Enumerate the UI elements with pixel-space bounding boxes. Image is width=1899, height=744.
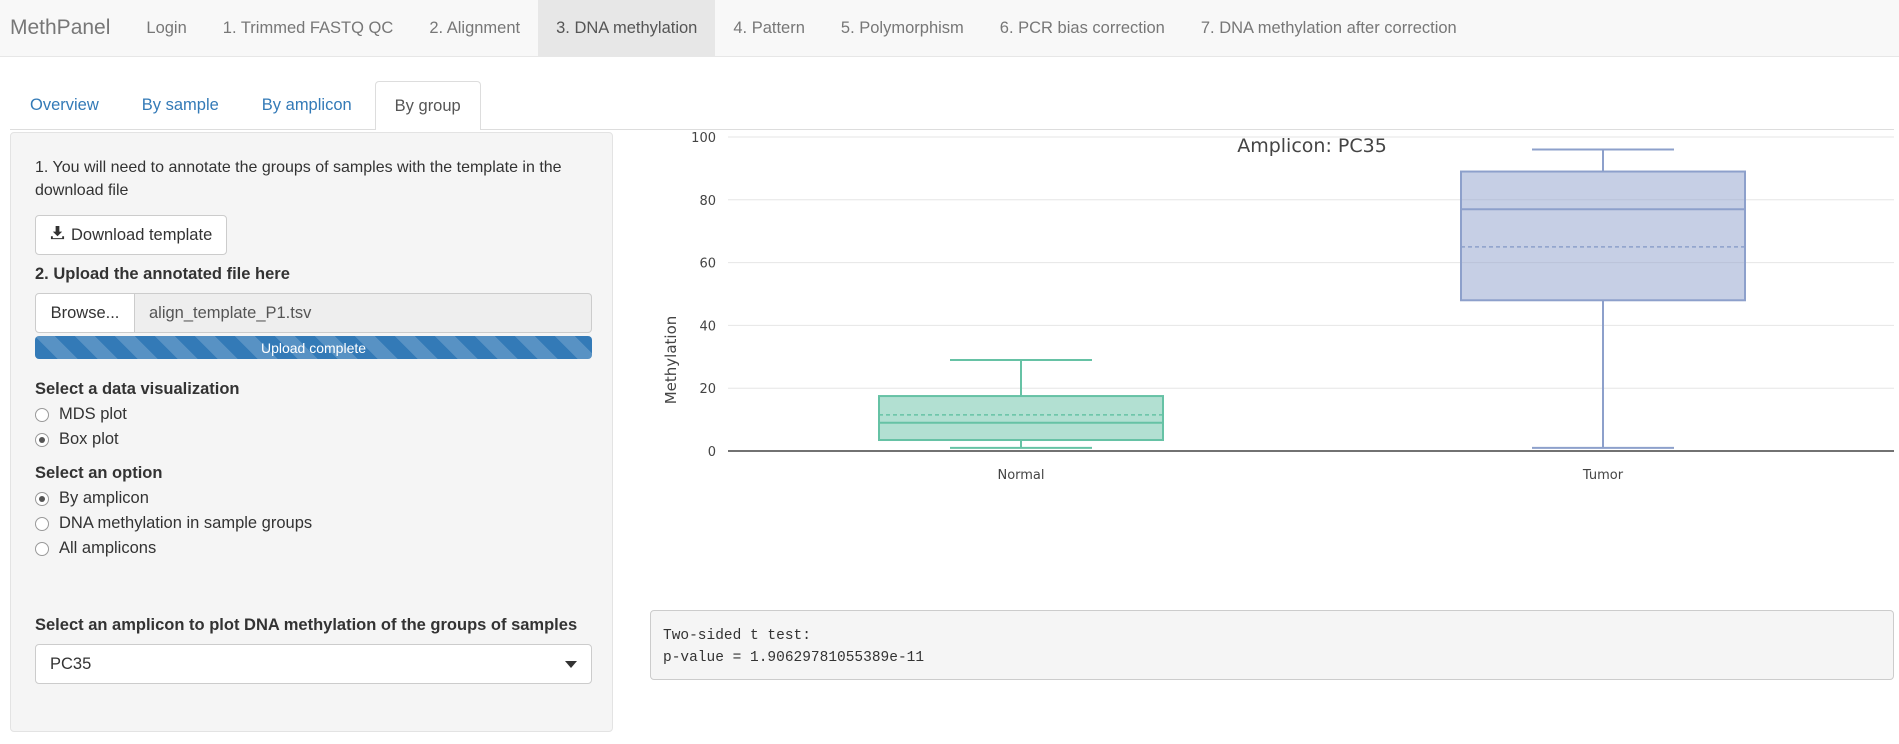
- step1-description: 1. You will need to annotate the groups …: [35, 159, 562, 199]
- p-value-text: p-value = 1.90629781055389e-11: [663, 650, 925, 666]
- t-test-result: Two-sided t test: p-value = 1.9062978105…: [650, 610, 1894, 680]
- nav-polymorphism[interactable]: 5. Polymorphism: [823, 0, 982, 56]
- y-tick-label: 80: [699, 194, 716, 209]
- radio-box-plot[interactable]: Box plot: [35, 430, 119, 449]
- y-axis-ticks: 0 20 40 60 80 100: [691, 131, 716, 460]
- nav-pattern[interactable]: 4. Pattern: [715, 0, 823, 56]
- y-tick-label: 20: [699, 382, 716, 397]
- option-label: Select an option: [35, 464, 163, 482]
- y-tick-label: 40: [699, 319, 716, 334]
- amplicon-select[interactable]: PC35: [35, 644, 592, 684]
- tab-by-group[interactable]: By group: [374, 81, 481, 130]
- browse-button[interactable]: Browse...: [35, 293, 135, 333]
- radio-label: By amplicon: [59, 489, 149, 507]
- file-name-field[interactable]: align_template_P1.tsv: [135, 293, 592, 333]
- nav-trimmed-fastq-qc[interactable]: 1. Trimmed FASTQ QC: [205, 0, 412, 56]
- box-series: [878, 148, 1746, 449]
- radio-label: All amplicons: [59, 539, 157, 557]
- tab-overview[interactable]: Overview: [10, 81, 119, 129]
- nav-alignment[interactable]: 2. Alignment: [411, 0, 538, 56]
- radio-label: DNA methylation in sample groups: [59, 514, 313, 532]
- nav-login[interactable]: Login: [128, 0, 204, 56]
- y-axis-label: Methylation: [662, 316, 680, 405]
- top-navbar: MethPanel Login 1. Trimmed FASTQ QC 2. A…: [0, 0, 1899, 57]
- radio-button[interactable]: [35, 541, 49, 556]
- app-brand[interactable]: MethPanel: [0, 0, 128, 56]
- y-tick-label: 0: [708, 445, 716, 460]
- sidebar-panel: 1. You will need to annotate the groups …: [10, 132, 613, 732]
- amplicon-select-label: Select an amplicon to plot DNA methylati…: [35, 616, 578, 634]
- x-tick-label: Normal: [997, 468, 1044, 483]
- chart-title: Amplicon: PC35: [1237, 135, 1387, 157]
- radio-label: MDS plot: [59, 405, 127, 423]
- download-icon: [50, 225, 71, 245]
- radio-methylation-groups[interactable]: DNA methylation in sample groups: [35, 514, 312, 533]
- y-tick-label: 100: [691, 131, 716, 146]
- nav-dna-methylation[interactable]: 3. DNA methylation: [538, 0, 716, 56]
- radio-mds-plot[interactable]: MDS plot: [35, 405, 127, 424]
- radio-button-checked[interactable]: [35, 432, 49, 447]
- radio-button[interactable]: [35, 516, 49, 531]
- sub-tabs: Overview By sample By amplicon By group: [10, 81, 1894, 130]
- nav-dna-methylation-after-correction[interactable]: 7. DNA methylation after correction: [1183, 0, 1475, 56]
- file-upload-group: Browse... align_template_P1.tsv: [35, 293, 592, 333]
- download-template-button[interactable]: Download template: [35, 215, 228, 255]
- radio-button-checked[interactable]: [35, 491, 49, 506]
- radio-button[interactable]: [35, 407, 49, 422]
- iqr-box: [878, 395, 1164, 442]
- box-tumor: [1460, 148, 1746, 449]
- t-test-title: Two-sided t test:: [663, 628, 811, 644]
- radio-label: Box plot: [59, 430, 119, 448]
- box-plot-chart: Amplicon: PC35 Methylation 020406080100 …: [662, 131, 1894, 483]
- upload-label: 2. Upload the annotated file here: [35, 265, 290, 283]
- radio-by-amplicon[interactable]: By amplicon: [35, 489, 149, 508]
- x-tick-label: Tumor: [1582, 468, 1624, 483]
- download-template-label: Download template: [71, 225, 213, 244]
- chevron-down-icon: [565, 660, 577, 668]
- viz-label: Select a data visualization: [35, 380, 240, 398]
- x-axis-ticks: Normal Tumor: [997, 468, 1623, 483]
- radio-all-amplicons[interactable]: All amplicons: [35, 539, 156, 558]
- upload-progress-bar: Upload complete: [35, 336, 592, 359]
- tab-by-amplicon[interactable]: By amplicon: [242, 81, 372, 129]
- nav-pcr-bias-correction[interactable]: 6. PCR bias correction: [982, 0, 1183, 56]
- amplicon-select-value: PC35: [50, 654, 92, 673]
- iqr-box: [1460, 170, 1746, 302]
- box-normal: [878, 358, 1164, 449]
- tab-by-sample[interactable]: By sample: [122, 81, 239, 129]
- y-tick-label: 60: [699, 257, 716, 272]
